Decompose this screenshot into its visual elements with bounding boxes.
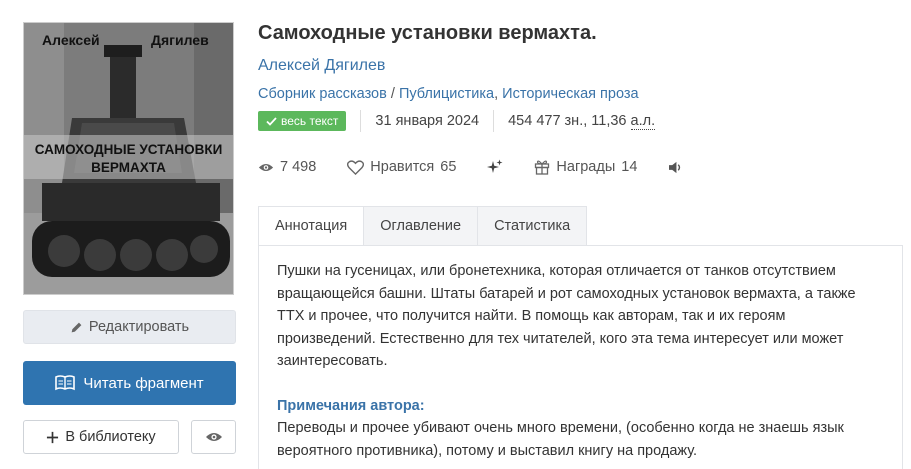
- read-fragment-button[interactable]: Читать фрагмент: [23, 361, 236, 405]
- author-notes-heading: Примечания автора:: [277, 397, 425, 414]
- annotation-panel: Пушки на гусеницах, или бронетехника, ко…: [258, 245, 903, 469]
- likes-label: Нравится: [370, 159, 435, 175]
- book-cover[interactable]: Алексей Дягилев САМОХОДНЫЕ УСТАНОВКИ ВЕР…: [23, 22, 234, 295]
- genre-separator: /: [386, 86, 399, 102]
- cover-author-first: Алексей: [42, 32, 100, 48]
- tab-statistics[interactable]: Статистика: [478, 206, 588, 246]
- likes-count: 65: [440, 159, 457, 175]
- book-size: 454 477 зн., 11,36: [508, 113, 627, 129]
- add-to-library-button[interactable]: В библиотеку: [23, 420, 179, 454]
- genre-link[interactable]: Историческая проза: [502, 86, 638, 102]
- eye-icon: [258, 163, 274, 171]
- like-button[interactable]: Нравится 65: [347, 159, 456, 175]
- tab-contents[interactable]: Оглавление: [364, 206, 479, 246]
- cover-title-line2: ВЕРМАХТА: [91, 160, 166, 175]
- cover-title-line1: САМОХОДНЫЕ УСТАНОВКИ: [34, 142, 223, 157]
- publish-date: 31 января 2024: [375, 113, 480, 129]
- book-stats: 7 498 Нравится 65 Награды 14: [258, 157, 908, 177]
- cover-author-last: Дягилев: [151, 32, 209, 48]
- book-title: Самоходные установки вермахта.: [258, 22, 597, 44]
- cover-title: САМОХОДНЫЕ УСТАНОВКИ ВЕРМАХТА: [24, 141, 233, 177]
- edit-button[interactable]: Редактировать: [23, 310, 236, 344]
- book-author-link[interactable]: Алексей Дягилев: [258, 56, 908, 76]
- watch-button[interactable]: [191, 420, 236, 454]
- book-meta: весь текст 31 января 2024 454 477 зн., 1…: [258, 110, 908, 132]
- sparkles-icon: [487, 159, 503, 173]
- left-column: Алексей Дягилев САМОХОДНЫЕ УСТАНОВКИ ВЕР…: [23, 22, 237, 454]
- plus-icon: [47, 431, 59, 443]
- views-count: 7 498: [280, 159, 317, 175]
- full-text-badge: весь текст: [258, 111, 347, 131]
- awards-button[interactable]: Награды 14: [534, 159, 637, 175]
- meta-divider: [360, 110, 362, 132]
- genre-link[interactable]: Сборник рассказов: [258, 86, 387, 102]
- audio-button[interactable]: [668, 161, 683, 174]
- awards-label: Награды: [556, 159, 616, 175]
- add-to-library-label: В библиотеку: [65, 429, 156, 445]
- book-info: Самоходные установки вермахта. Алексей Д…: [258, 20, 908, 469]
- annotation-text: Пушки на гусеницах, или бронетехника, ко…: [277, 263, 856, 369]
- speaker-icon: [669, 161, 681, 173]
- tab-annotation[interactable]: Аннотация: [258, 206, 365, 246]
- full-text-badge-label: весь текст: [281, 114, 339, 128]
- eye-icon: [205, 433, 222, 441]
- meta-divider: [493, 110, 495, 132]
- size-unit: а.л.: [630, 112, 656, 130]
- genre-separator: ,: [494, 86, 503, 102]
- book-tabs: Аннотация Оглавление Статистика: [258, 206, 588, 246]
- edit-button-label: Редактировать: [88, 319, 190, 335]
- pencil-icon: [71, 322, 82, 332]
- author-notes-text: Переводы и прочее убивают очень много вр…: [277, 420, 844, 459]
- gift-icon: [535, 160, 550, 175]
- sparkles-button[interactable]: [487, 159, 503, 175]
- genre-list: Сборник рассказов / Публицистика, Истори…: [258, 85, 908, 103]
- awards-count: 14: [621, 159, 638, 175]
- read-fragment-label: Читать фрагмент: [83, 374, 204, 392]
- check-icon: [266, 116, 277, 126]
- open-book-icon: [55, 375, 76, 391]
- heart-icon: [347, 159, 365, 175]
- genre-link[interactable]: Публицистика: [399, 86, 494, 102]
- views-stat: 7 498: [258, 159, 316, 175]
